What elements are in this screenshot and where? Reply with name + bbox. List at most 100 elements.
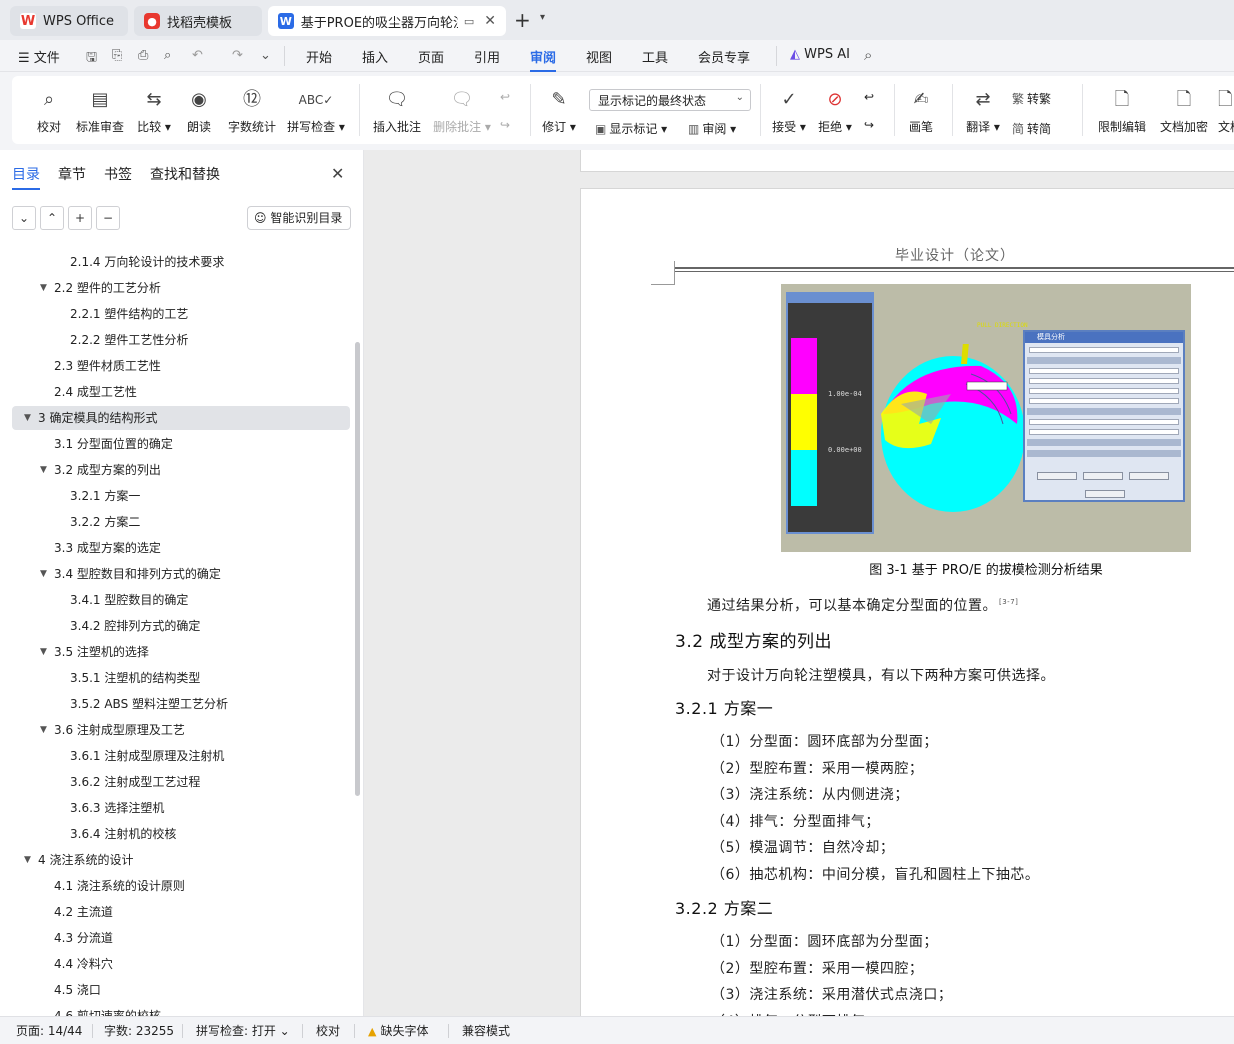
spell-check-button[interactable]: ABC✓ 拼写检查 ▾ <box>286 86 346 135</box>
expand-up-button[interactable]: ⌃ <box>40 206 64 230</box>
undo-icon[interactable]: ↶ <box>192 48 203 63</box>
word-count-indicator[interactable]: 字数: 23255 <box>104 1022 174 1039</box>
translate-button[interactable]: ⇄ 翻译 ▾ <box>964 86 1002 135</box>
expand-toggle-icon[interactable]: ▼ <box>40 562 47 586</box>
tab-member[interactable]: 会员专享 <box>698 47 750 66</box>
expand-toggle-icon[interactable]: ▼ <box>24 406 31 430</box>
toc-item[interactable]: 2.1.4 万向轮设计的技术要求 <box>12 250 350 274</box>
citation-ref[interactable]: [3-7] <box>999 598 1018 606</box>
document-area[interactable]: 毕业设计（论文） 1.00e-04 0.00e+00 PULL DIRECTIO… <box>364 150 1234 1016</box>
markup-state-select[interactable]: 显示标记的最终状态 ⌄ <box>589 89 751 111</box>
prev-comment-icon[interactable]: ↩ <box>500 90 510 104</box>
toc-item[interactable]: 3.6.3 选择注塑机 <box>12 796 350 820</box>
next-change-icon[interactable]: ↪ <box>864 118 874 132</box>
document-page[interactable]: 毕业设计（论文） 1.00e-04 0.00e+00 PULL DIRECTIO… <box>580 188 1234 1016</box>
add-heading-button[interactable]: + <box>68 206 92 230</box>
monitor-icon[interactable]: ▭ <box>464 15 474 28</box>
tab-references[interactable]: 引用 <box>474 47 500 66</box>
toc-item[interactable]: 3.5.2 ABS 塑料注塑工艺分析 <box>12 692 350 716</box>
tab-wps-office[interactable]: W WPS Office <box>10 6 128 36</box>
toc-item[interactable]: 3.1 分型面位置的确定 <box>12 432 350 456</box>
wps-ai-button[interactable]: ◭ WPS AI <box>790 47 850 62</box>
search-icon[interactable]: ⌕ <box>864 46 872 64</box>
quick-access-dropdown-icon[interactable]: ⌄ <box>260 48 271 63</box>
tab-tools[interactable]: 工具 <box>642 47 668 66</box>
spell-check-indicator[interactable]: 拼写检查: 打开 ⌄ <box>196 1022 290 1039</box>
expand-toggle-icon[interactable]: ▼ <box>40 718 47 742</box>
missing-font-indicator[interactable]: ▲ 缺失字体 <box>368 1022 428 1039</box>
tab-review[interactable]: 审阅 <box>530 47 557 72</box>
expand-toggle-icon[interactable]: ▼ <box>24 848 31 872</box>
track-changes-button[interactable]: ✎ 修订 ▾ <box>540 86 578 135</box>
toc-item[interactable]: ▼ 4 浇注系统的设计 <box>12 848 350 872</box>
nav-scrollbar[interactable] <box>355 342 360 796</box>
reject-button[interactable]: ⊘ 拒绝 ▾ <box>816 86 854 135</box>
toc-item[interactable]: 3.6.1 注射成型原理及注射机 <box>12 744 350 768</box>
tab-page[interactable]: 页面 <box>418 47 444 66</box>
compat-mode-indicator[interactable]: 兼容模式 <box>462 1022 510 1039</box>
toc-item[interactable]: 3.6.4 注射机的校核 <box>12 822 350 846</box>
toc-item[interactable]: 3.2.1 方案一 <box>12 484 350 508</box>
toc-item[interactable]: 2.2.2 塑件工艺性分析 <box>12 328 350 352</box>
file-menu[interactable]: ☰ 文件 <box>18 47 60 66</box>
tab-document[interactable]: W 基于PROE的吸尘器万向轮注塑 ▭ ✕ <box>268 6 506 36</box>
smart-toc-button[interactable]: ☺ 智能识别目录 <box>247 206 351 230</box>
pen-button[interactable]: ✍ 画笔 <box>906 86 936 135</box>
nav-tab-bookmarks[interactable]: 书签 <box>104 164 132 184</box>
collapse-all-button[interactable]: ⌄ <box>12 206 36 230</box>
toc-item[interactable]: 3.3 成型方案的选定 <box>12 536 350 560</box>
accept-button[interactable]: ✓ 接受 ▾ <box>770 86 808 135</box>
proofread-indicator[interactable]: 校对 <box>316 1022 340 1039</box>
delete-comment-button[interactable]: 🗨 删除批注 ▾ <box>432 86 492 135</box>
redo-icon[interactable]: ↷ <box>232 48 243 63</box>
nav-tab-chapters[interactable]: 章节 <box>58 164 86 184</box>
toc-item[interactable]: ▼ 3 确定模具的结构形式 <box>12 406 350 430</box>
print-preview-icon[interactable]: ⌕ <box>164 48 171 63</box>
to-simplified-button[interactable]: 简转简 <box>1012 120 1051 137</box>
export-icon[interactable]: ⎘ <box>112 48 122 63</box>
toc-item[interactable]: 3.2.2 方案二 <box>12 510 350 534</box>
toc-item[interactable]: ▼ 3.5 注塑机的选择 <box>12 640 350 664</box>
new-tab-button[interactable]: + <box>514 8 531 32</box>
toc-item[interactable]: 3.6.2 注射成型工艺过程 <box>12 770 350 794</box>
review-pane-button[interactable]: ▥ 审阅 ▾ <box>688 120 736 137</box>
remove-heading-button[interactable]: − <box>96 206 120 230</box>
expand-toggle-icon[interactable]: ▼ <box>40 276 47 300</box>
toc-item[interactable]: 4.6 剪切速率的校核 <box>12 1004 350 1016</box>
show-markup-button[interactable]: ▣ 显示标记 ▾ <box>595 120 667 137</box>
word-count-button[interactable]: ⑫ 字数统计 <box>226 86 278 135</box>
toc-item[interactable]: 3.4.2 腔排列方式的确定 <box>12 614 350 638</box>
read-aloud-button[interactable]: ◉ 朗读 <box>184 86 214 135</box>
toc-item[interactable]: 2.3 塑件材质工艺性 <box>12 354 350 378</box>
prev-change-icon[interactable]: ↩ <box>864 90 874 104</box>
toc-item[interactable]: ▼ 3.4 型腔数目和排列方式的确定 <box>12 562 350 586</box>
standard-review-button[interactable]: ▤ 标准审查 <box>74 86 126 135</box>
save-icon[interactable]: 🖫 <box>86 48 97 70</box>
expand-toggle-icon[interactable]: ▼ <box>40 640 47 664</box>
close-pane-icon[interactable]: ✕ <box>331 164 344 183</box>
nav-tab-find-replace[interactable]: 查找和替换 <box>150 164 220 184</box>
restrict-edit-button[interactable]: 🗋 限制编辑 <box>1096 86 1148 135</box>
toc-item[interactable]: 4.3 分流道 <box>12 926 350 950</box>
compare-button[interactable]: ⇆ 比较 ▾ <box>134 86 174 135</box>
toc-item[interactable]: 2.2.1 塑件结构的工艺 <box>12 302 350 326</box>
close-tab-icon[interactable]: ✕ <box>484 13 496 29</box>
toc-item[interactable]: 4.1 浇注系统的设计原则 <box>12 874 350 898</box>
tab-template-store[interactable]: ● 找稻壳模板 <box>134 6 262 36</box>
page-indicator[interactable]: 页面: 14/44 <box>16 1022 82 1039</box>
to-traditional-button[interactable]: 繁转繁 <box>1012 90 1051 107</box>
toc-item[interactable]: 2.4 成型工艺性 <box>12 380 350 404</box>
toc-item[interactable]: ▼ 3.6 注射成型原理及工艺 <box>12 718 350 742</box>
tab-insert[interactable]: 插入 <box>362 47 388 66</box>
doc-encrypt-button[interactable]: 🗋 文档加密 <box>1158 86 1210 135</box>
expand-toggle-icon[interactable]: ▼ <box>40 458 47 482</box>
nav-tab-toc[interactable]: 目录 <box>12 164 40 190</box>
tab-home[interactable]: 开始 <box>306 47 332 66</box>
draft-analysis-figure[interactable]: 1.00e-04 0.00e+00 PULL DIRECTION 模具分析 <box>781 284 1191 552</box>
toc-item[interactable]: 4.4 冷料穴 <box>12 952 350 976</box>
chevron-down-icon[interactable]: ▾ <box>540 12 545 23</box>
proofread-button[interactable]: ⌕ 校对 <box>34 86 64 135</box>
toc-item[interactable]: ▼ 2.2 塑件的工艺分析 <box>12 276 350 300</box>
insert-comment-button[interactable]: 🗨 插入批注 <box>372 86 422 135</box>
print-icon[interactable]: ⎙ <box>138 48 148 63</box>
